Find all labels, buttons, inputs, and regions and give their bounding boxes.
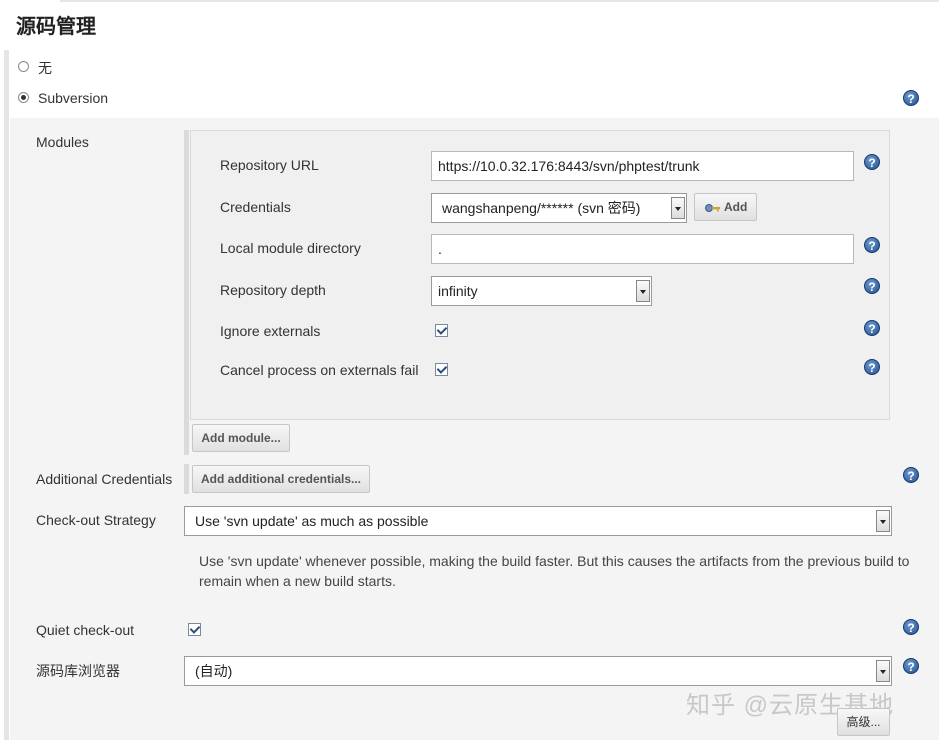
scm-none-radio[interactable]	[18, 61, 29, 72]
modules-label: Modules	[36, 134, 89, 150]
repository-depth-value: infinity	[438, 283, 478, 299]
key-icon	[705, 204, 720, 212]
cancel-process-checkbox[interactable]	[435, 363, 448, 376]
additional-credentials-bar	[184, 464, 189, 494]
ignore-externals-label: Ignore externals	[220, 323, 321, 339]
scm-subversion-label: Subversion	[38, 90, 109, 106]
credentials-value: wangshanpeng/****** (svn 密码)	[442, 200, 641, 216]
repository-depth-select[interactable]: infinity	[431, 276, 652, 306]
chevron-down-icon	[671, 197, 685, 219]
add-credentials-label: Add	[724, 200, 748, 214]
help-icon-repo-browser[interactable]: ?	[903, 658, 919, 674]
checkout-strategy-select[interactable]: Use 'svn update' as much as possible	[184, 506, 892, 536]
chevron-down-icon	[876, 510, 890, 532]
scm-none-label: 无	[38, 60, 52, 76]
help-icon-repository-url[interactable]: ?	[864, 154, 880, 170]
chevron-down-icon	[876, 660, 890, 682]
section-title: 源码管理	[16, 16, 96, 38]
repo-browser-value: (自动)	[195, 663, 233, 679]
add-additional-credentials-button[interactable]: Add additional credentials...	[192, 465, 370, 493]
additional-credentials-label: Additional Credentials	[36, 471, 173, 487]
checkout-strategy-label: Check-out Strategy	[36, 512, 156, 528]
cancel-process-label: Cancel process on externals fail	[220, 362, 419, 378]
repo-browser-label: 源码库浏览器	[36, 663, 120, 679]
advanced-button[interactable]: 高级...	[837, 708, 890, 736]
section-left-bar	[4, 50, 9, 740]
help-icon-ignore-externals[interactable]: ?	[864, 320, 880, 336]
ignore-externals-checkbox[interactable]	[435, 324, 448, 337]
help-icon-repository-depth[interactable]: ?	[864, 278, 880, 294]
help-icon-subversion[interactable]: ?	[903, 90, 919, 106]
chevron-down-icon	[636, 280, 650, 302]
help-icon-additional-credentials[interactable]: ?	[903, 467, 919, 483]
credentials-label: Credentials	[220, 199, 291, 215]
local-module-directory-label: Local module directory	[220, 240, 361, 256]
credentials-select[interactable]: wangshanpeng/****** (svn 密码)	[431, 193, 687, 223]
repository-depth-label: Repository depth	[220, 282, 326, 298]
checkout-strategy-value: Use 'svn update' as much as possible	[195, 513, 429, 529]
repository-url-input[interactable]: https://10.0.32.176:8443/svn/phptest/tru…	[431, 151, 854, 181]
repository-url-label: Repository URL	[220, 157, 319, 173]
help-icon-local-module-directory[interactable]: ?	[864, 237, 880, 253]
quiet-checkout-label: Quiet check-out	[36, 622, 135, 638]
checkout-strategy-description: Use 'svn update' whenever possible, maki…	[199, 553, 910, 589]
modules-bar	[184, 130, 189, 455]
scm-subversion-radio[interactable]	[18, 92, 29, 103]
help-icon-quiet-checkout[interactable]: ?	[903, 619, 919, 635]
repo-browser-select[interactable]: (自动)	[184, 656, 892, 686]
quiet-checkout-checkbox[interactable]	[188, 623, 201, 636]
local-module-directory-input[interactable]: .	[431, 234, 854, 264]
help-icon-cancel-process[interactable]: ?	[864, 359, 880, 375]
top-divider	[60, 0, 939, 2]
add-credentials-button[interactable]: Add	[694, 193, 757, 221]
add-module-button[interactable]: Add module...	[192, 424, 290, 452]
